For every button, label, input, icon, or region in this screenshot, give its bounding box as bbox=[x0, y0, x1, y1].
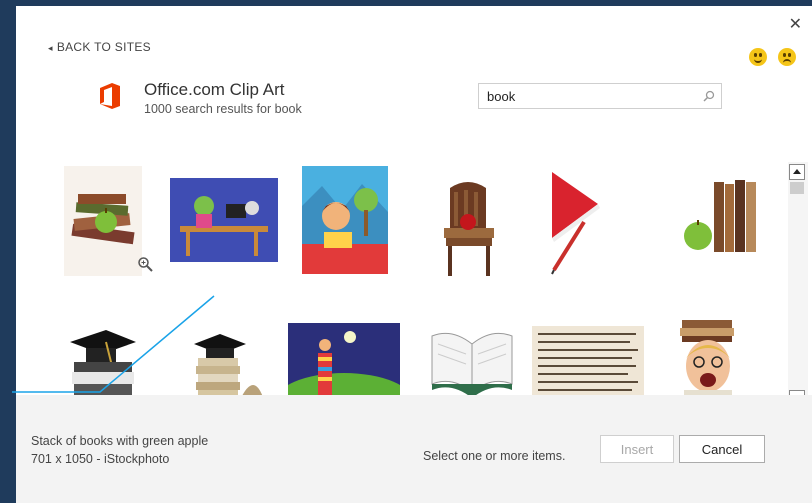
office-logo-icon bbox=[100, 83, 120, 109]
back-arrow-icon: ◂ bbox=[48, 43, 53, 53]
insert-button[interactable]: Insert bbox=[600, 435, 674, 463]
selection-description: Stack of books with green apple bbox=[31, 434, 209, 448]
result-thumbnail[interactable] bbox=[64, 166, 142, 276]
result-thumbnail[interactable] bbox=[426, 172, 506, 280]
search-icon[interactable] bbox=[703, 90, 715, 102]
cancel-button[interactable]: Cancel bbox=[679, 435, 765, 463]
search-input[interactable] bbox=[485, 88, 699, 105]
zoom-preview-icon[interactable] bbox=[137, 256, 153, 272]
smiley-sad-icon[interactable] bbox=[778, 48, 796, 66]
scroll-up-button[interactable] bbox=[789, 164, 805, 180]
result-thumbnail[interactable] bbox=[548, 166, 620, 276]
back-label: BACK TO SITES bbox=[56, 40, 151, 54]
results-scrollbar[interactable] bbox=[788, 162, 808, 408]
clip-art-dialog: ✕ ◂ BACK TO SITES Office.com Clip Art 100… bbox=[16, 6, 812, 503]
result-thumbnail[interactable] bbox=[302, 166, 388, 274]
search-box[interactable] bbox=[478, 83, 722, 109]
selection-status: Select one or more items. bbox=[423, 449, 566, 463]
result-thumbnail[interactable] bbox=[170, 178, 278, 262]
result-thumbnail[interactable] bbox=[532, 326, 644, 406]
results-count: 1000 search results for book bbox=[144, 102, 302, 116]
result-thumbnail[interactable] bbox=[66, 326, 138, 406]
result-thumbnail[interactable] bbox=[652, 176, 762, 260]
close-icon[interactable]: ✕ bbox=[789, 14, 802, 34]
smiley-happy-icon[interactable] bbox=[749, 48, 767, 66]
back-to-sites-link[interactable]: ◂ BACK TO SITES bbox=[48, 40, 151, 54]
source-title: Office.com Clip Art bbox=[144, 80, 285, 99]
selection-details: 701 x 1050 - iStockphoto bbox=[31, 452, 170, 466]
scroll-thumb[interactable] bbox=[790, 182, 804, 194]
